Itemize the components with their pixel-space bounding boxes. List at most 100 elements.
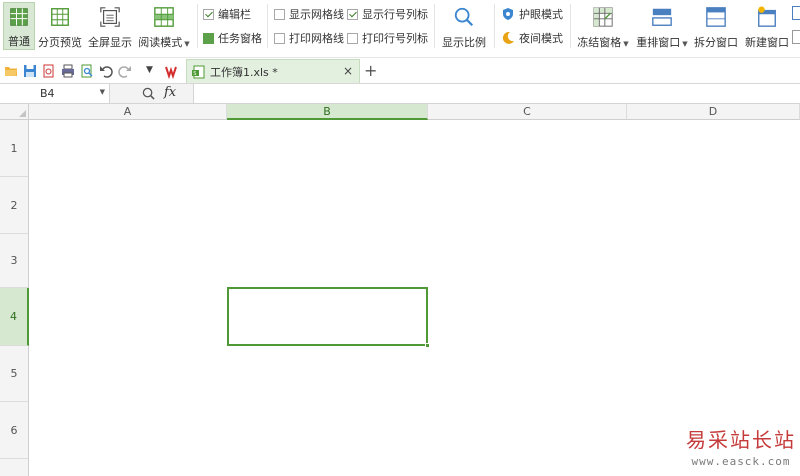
arrange-windows-label: 重排窗口 ▼ (636, 36, 688, 49)
eye-mode-button[interactable]: 护眼模式 (501, 6, 563, 22)
chevron-down-icon: ▼ (184, 40, 190, 48)
split-window-icon (706, 7, 726, 27)
undo-icon[interactable] (99, 64, 113, 78)
reading-mode-icon (154, 7, 174, 27)
select-all-corner[interactable] (0, 104, 29, 120)
save-icon[interactable] (23, 64, 37, 78)
arrange-windows-button[interactable]: 重排窗口 ▼ (634, 2, 690, 50)
watermark-title: 易采站长站 (686, 428, 796, 452)
freeze-panes-button[interactable]: 冻结窗格 ▼ (576, 2, 630, 50)
night-mode-button[interactable]: 夜间模式 (501, 30, 563, 46)
row-header-6[interactable]: 6 (0, 402, 29, 459)
normal-view-button[interactable]: 普通 (3, 2, 35, 50)
task-pane-checkbox[interactable]: 任务窗格 (203, 30, 262, 46)
split-window-label: 拆分窗口 (694, 36, 738, 49)
column-header-c[interactable]: C (428, 104, 627, 120)
open-folder-icon[interactable] (4, 64, 18, 78)
ribbon-divider (267, 4, 268, 48)
tab-workbook1[interactable]: S 工作簿1.xls * × (186, 59, 360, 83)
new-tab-button[interactable]: + (364, 61, 377, 80)
name-box[interactable]: B4 ▼ (0, 84, 110, 103)
freeze-panes-label: 冻结窗格 ▼ (577, 36, 629, 49)
column-header-d[interactable]: D (627, 104, 800, 120)
edit-bar-checkbox[interactable]: 编辑栏 (203, 6, 251, 22)
formula-bar: B4 ▼ fx (0, 84, 800, 104)
tab-label: 工作簿1.xls * (210, 65, 278, 79)
shield-eye-icon (503, 8, 513, 20)
column-header-a[interactable]: A (29, 104, 227, 120)
formula-tools: fx (110, 84, 194, 103)
full-screen-icon (100, 7, 120, 27)
chevron-down-icon: ▼ (682, 40, 688, 48)
ribbon-divider (197, 4, 198, 48)
magnifier-icon (454, 7, 474, 27)
row-header-5[interactable]: 5 (0, 346, 29, 402)
wps-logo-icon[interactable] (165, 63, 181, 79)
row-header-3[interactable]: 3 (0, 234, 29, 288)
print-gridlines-label: 打印网格线 (289, 32, 344, 45)
moon-icon (502, 31, 514, 44)
full-screen-label: 全屏显示 (88, 36, 132, 49)
print-gridlines-checkbox[interactable]: 打印网格线 (274, 30, 344, 46)
page-break-preview-label: 分页预览 (38, 36, 82, 49)
checkbox-icon (274, 32, 285, 44)
ribbon-divider (494, 4, 495, 48)
fill-handle[interactable] (425, 343, 430, 348)
zoom-button[interactable]: 显示比例 (440, 2, 488, 50)
quick-access-dropdown-icon[interactable]: ▼ (146, 65, 153, 75)
chevron-down-icon: ▼ (623, 40, 629, 48)
page-break-icon (51, 8, 69, 26)
chevron-down-icon[interactable]: ▼ (100, 88, 105, 96)
grid-icon (10, 8, 28, 26)
show-gridlines-checkbox[interactable]: 显示网格线 (274, 6, 344, 22)
normal-view-label: 普通 (8, 35, 30, 48)
edit-bar-label: 编辑栏 (218, 8, 251, 21)
row-header-4[interactable]: 4 (0, 288, 29, 346)
cell-reference: B4 (40, 87, 55, 100)
ribbon-divider (570, 4, 571, 48)
more-ribbon-icon[interactable] (792, 30, 800, 44)
document-tab-bar: ▼ S 工作簿1.xls * × + (0, 58, 800, 84)
row-header-2[interactable]: 2 (0, 177, 29, 234)
new-window-button[interactable]: 新建窗口 (744, 2, 790, 50)
show-gridlines-label: 显示网格线 (289, 8, 344, 21)
night-mode-label: 夜间模式 (519, 32, 563, 45)
insert-function-button[interactable]: fx (164, 85, 176, 100)
more-ribbon-icon[interactable] (792, 6, 800, 20)
new-window-label: 新建窗口 (745, 36, 789, 49)
print-headers-label: 打印行号列标 (362, 32, 428, 45)
checkbox-icon (274, 8, 285, 20)
split-window-button[interactable]: 拆分窗口 (694, 2, 738, 50)
reading-mode-label: 阅读模式 ▼ (138, 36, 190, 49)
show-headers-checkbox[interactable]: 显示行号列标 (347, 6, 428, 22)
formula-input[interactable] (194, 84, 800, 103)
new-window-icon (758, 6, 776, 27)
print-headers-checkbox[interactable]: 打印行号列标 (347, 30, 428, 46)
freeze-icon (593, 7, 613, 27)
ribbon-view-tab: 普通 分页预览 全屏显示 阅读模式 ▼ 编辑栏 任务窗格 显示网格线 显示行号列标… (0, 0, 800, 58)
selected-cell-b4[interactable] (227, 287, 430, 348)
checkbox-icon (203, 8, 214, 20)
checkbox-icon (347, 32, 358, 44)
arrange-windows-icon (652, 8, 672, 26)
reading-mode-button[interactable]: 阅读模式 ▼ (138, 2, 190, 50)
print-icon[interactable] (61, 64, 75, 78)
export-pdf-icon[interactable] (42, 64, 56, 78)
show-headers-label: 显示行号列标 (362, 8, 428, 21)
zoom-formula-icon[interactable] (142, 87, 155, 100)
close-icon[interactable]: × (343, 64, 353, 78)
task-pane-icon (203, 32, 214, 44)
redo-icon[interactable] (118, 64, 132, 78)
task-pane-label: 任务窗格 (218, 32, 262, 45)
page-break-preview-button[interactable]: 分页预览 (37, 2, 83, 50)
row-header-1[interactable]: 1 (0, 120, 29, 177)
watermark-url: www.easck.com (691, 455, 791, 468)
spreadsheet-file-icon: S (192, 65, 205, 78)
full-screen-button[interactable]: 全屏显示 (88, 2, 132, 50)
row-header-7[interactable] (0, 459, 29, 476)
watermark: 易采站长站 www.easck.com (682, 424, 800, 476)
print-preview-icon[interactable] (80, 64, 94, 78)
eye-mode-label: 护眼模式 (519, 8, 563, 21)
zoom-label: 显示比例 (442, 36, 486, 49)
column-header-b[interactable]: B (227, 104, 428, 120)
